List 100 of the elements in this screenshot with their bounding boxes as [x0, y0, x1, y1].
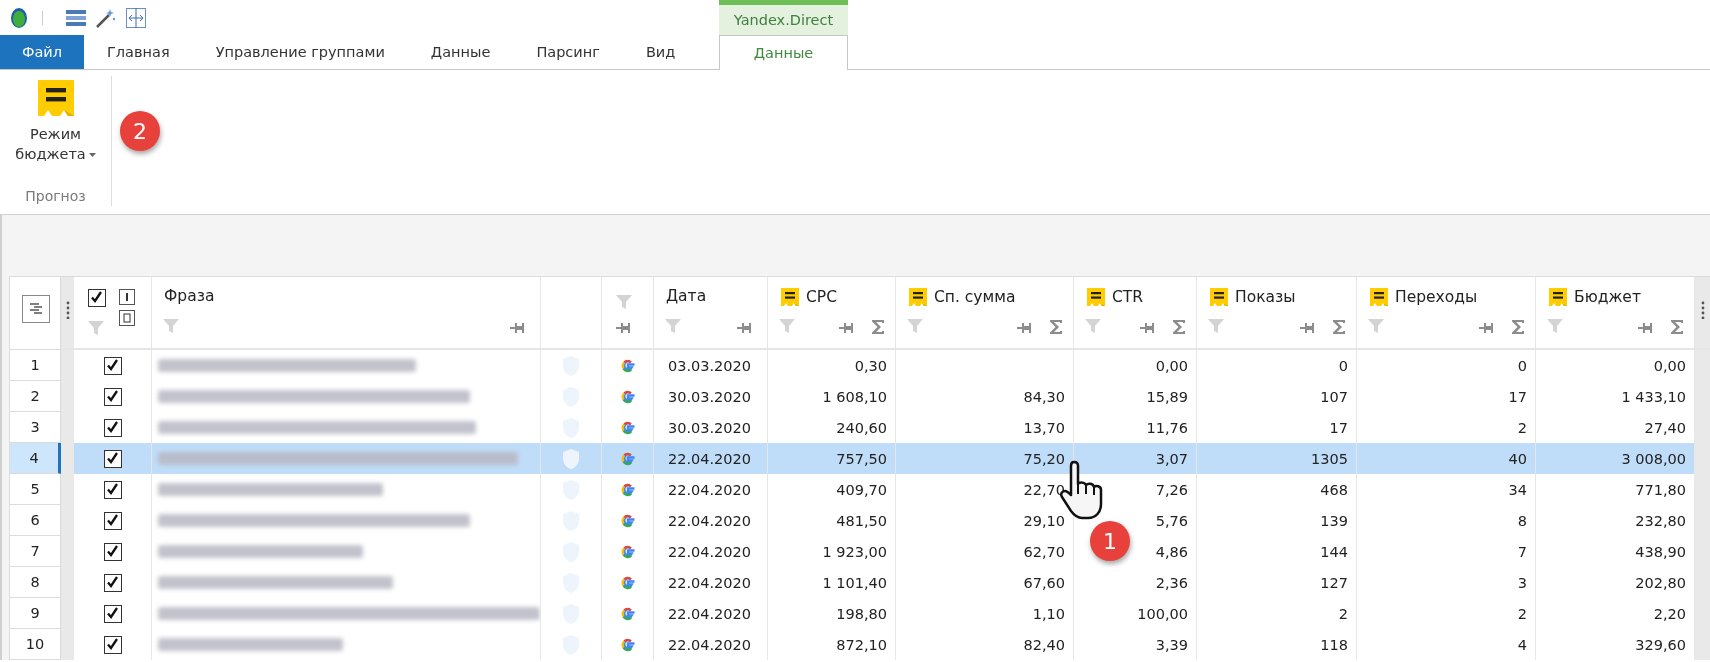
table-cell: 1 101,40 — [822, 574, 887, 591]
ribbon-tab[interactable]: Данные — [407, 35, 514, 69]
checkbox[interactable] — [103, 542, 122, 561]
date-cell: 22.04.2020 — [654, 536, 768, 567]
table-cell: 127 — [1320, 574, 1348, 591]
column-title[interactable]: Переходы — [1395, 288, 1478, 306]
table-cell: 1305 — [1311, 450, 1348, 467]
checkbox[interactable] — [103, 449, 122, 468]
table-cell: 100,00 — [1137, 605, 1188, 622]
app-logo-icon[interactable] — [10, 6, 28, 29]
table-cell: 144 — [1320, 543, 1348, 560]
checkbox[interactable] — [103, 356, 122, 375]
table-cell: 40 — [1508, 450, 1527, 467]
column-settings-button[interactable] — [22, 295, 50, 323]
table-cell: 2,36 — [1155, 574, 1188, 591]
checkbox[interactable] — [103, 604, 122, 623]
grip-icon[interactable] — [1700, 301, 1705, 319]
checkbox[interactable] — [103, 480, 122, 499]
table-cell: 17 — [1329, 419, 1348, 436]
table-cell: 7 — [1517, 543, 1527, 560]
sum-icon[interactable] — [1511, 319, 1525, 335]
pin-icon[interactable] — [1638, 322, 1654, 334]
checkbox[interactable] — [103, 635, 122, 654]
table-cell: 0,00 — [1155, 357, 1188, 374]
checkbox[interactable] — [103, 573, 122, 592]
toggle-icon[interactable] — [119, 289, 135, 305]
grip-icon[interactable] — [65, 301, 70, 319]
row-number[interactable]: 8 — [9, 567, 61, 598]
sum-icon[interactable] — [1332, 319, 1346, 335]
budget-mode-button[interactable]: Режим бюджета — [5, 76, 106, 188]
column-width-icon[interactable] — [125, 6, 147, 29]
date-cell: 22.04.2020 — [654, 474, 768, 505]
table-cell: 7,26 — [1155, 481, 1188, 498]
column-title[interactable]: Сп. сумма — [934, 288, 1016, 306]
pin-icon[interactable] — [510, 322, 526, 334]
table-cell: 75,20 — [1023, 450, 1065, 467]
table-cell: 481,50 — [836, 512, 887, 529]
row-number[interactable]: 4 — [9, 443, 61, 474]
column-title[interactable]: Фраза — [164, 287, 215, 305]
scrollbar[interactable] — [1695, 350, 1710, 660]
ribbon-tab[interactable]: Управление группами — [192, 35, 408, 69]
ribbon-tab[interactable]: Вид — [622, 35, 699, 69]
sum-icon[interactable] — [1172, 319, 1186, 335]
table-cell: 409,70 — [836, 481, 887, 498]
ticket-icon — [35, 78, 76, 118]
pin-icon[interactable] — [839, 322, 855, 334]
list-icon[interactable] — [65, 8, 87, 27]
pin-icon[interactable] — [737, 322, 753, 334]
toggle-icon[interactable] — [119, 310, 135, 326]
ticket-icon — [1209, 287, 1229, 307]
table-cell: 0 — [1338, 357, 1348, 374]
row-number[interactable]: 3 — [9, 412, 61, 443]
table-cell: 11,76 — [1146, 419, 1188, 436]
table-cell: 17 — [1508, 388, 1527, 405]
pin-icon[interactable] — [1140, 322, 1156, 334]
row-number[interactable]: 1 — [9, 350, 61, 381]
ticket-icon — [1369, 287, 1389, 307]
row-number[interactable]: 10 — [9, 629, 61, 660]
pin-icon[interactable] — [616, 322, 632, 334]
row-number[interactable]: 5 — [9, 474, 61, 505]
checkbox[interactable] — [88, 289, 106, 307]
table-cell: 232,80 — [1635, 512, 1686, 529]
table-cell: 771,80 — [1635, 481, 1686, 498]
row-number[interactable]: 7 — [9, 536, 61, 567]
pin-icon[interactable] — [1479, 322, 1495, 334]
table-cell: 4,86 — [1155, 543, 1188, 560]
checkbox[interactable] — [103, 511, 122, 530]
table-cell: 0,30 — [854, 357, 887, 374]
file-tab[interactable]: Файл — [0, 35, 84, 69]
table-cell: 2 — [1517, 419, 1527, 436]
ribbon-tab[interactable]: Парсинг — [513, 35, 623, 69]
table-cell: 1 433,10 — [1621, 388, 1686, 405]
table-cell: 0 — [1517, 357, 1527, 374]
ticket-icon — [908, 287, 928, 307]
row-number[interactable]: 9 — [9, 598, 61, 629]
table-cell: 34 — [1508, 481, 1527, 498]
date-cell: 22.04.2020 — [654, 567, 768, 598]
column-title[interactable]: Дата — [666, 287, 707, 305]
checkbox[interactable] — [103, 418, 122, 437]
table-cell: 29,10 — [1023, 512, 1065, 529]
row-number[interactable]: 2 — [9, 381, 61, 412]
pin-icon[interactable] — [1300, 322, 1316, 334]
table-cell: 438,90 — [1635, 543, 1686, 560]
checkbox[interactable] — [103, 387, 122, 406]
column-title[interactable]: CTR — [1112, 288, 1144, 306]
sum-icon[interactable] — [1049, 319, 1063, 335]
sum-icon[interactable] — [871, 319, 885, 335]
sum-icon[interactable] — [1670, 319, 1684, 335]
row-number[interactable]: 6 — [9, 505, 61, 536]
pin-icon[interactable] — [1017, 322, 1033, 334]
row-gutter — [61, 629, 74, 660]
table-cell: 27,40 — [1644, 419, 1686, 436]
column-title[interactable]: Показы — [1235, 288, 1296, 306]
table-cell: 1 608,10 — [822, 388, 887, 405]
ribbon-tab[interactable]: Главная — [84, 35, 193, 69]
column-title[interactable]: Бюджет — [1574, 288, 1641, 306]
column-title[interactable]: CPC — [806, 288, 837, 306]
table-cell: 2 — [1338, 605, 1348, 622]
ribbon-tab[interactable]: Данные — [719, 35, 848, 70]
date-cell: 30.03.2020 — [654, 381, 768, 412]
